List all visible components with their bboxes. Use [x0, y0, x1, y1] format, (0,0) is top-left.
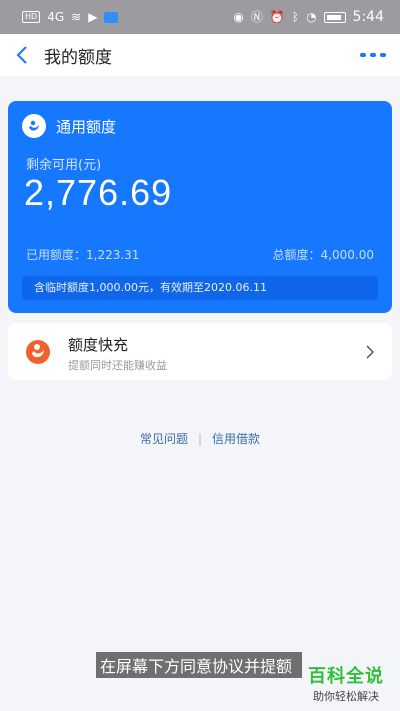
quick-recharge-icon — [26, 340, 50, 364]
bluetooth-icon: ᛒ — [291, 10, 300, 24]
more-dot-icon — [370, 53, 376, 57]
total-quota: 总额度：4,000.00 — [272, 248, 374, 262]
watermark-logo: 百科全说 助你轻松解决 — [300, 662, 392, 704]
link-separator: | — [197, 432, 203, 446]
nav-bar: 我的额度 — [0, 34, 400, 76]
watermark-subtitle: 助你轻松解决 — [313, 690, 379, 703]
video-icon: ▶ — [88, 10, 98, 24]
quick-recharge-card[interactable]: 额度快充 提额同时还能赚收益 — [8, 323, 392, 380]
signal-icon: 4G — [47, 10, 65, 24]
general-quota-card[interactable]: 通用额度 剩余可用(元) 2,776.69 已用额度：1,223.31 总额度：… — [8, 101, 392, 313]
quick-recharge-title: 额度快充 — [68, 336, 129, 354]
footer-links: 常见问题 | 信用借款 — [0, 430, 400, 447]
more-dot-icon — [360, 53, 366, 57]
back-button[interactable] — [2, 34, 42, 76]
card-title: 通用额度 — [56, 117, 117, 136]
used-quota: 已用额度：1,223.31 — [26, 248, 140, 262]
faq-link[interactable]: 常见问题 — [140, 432, 188, 446]
quick-recharge-subtitle: 提额同时还能赚收益 — [68, 359, 167, 372]
alarm-icon: ⏰ — [269, 10, 285, 24]
wifi-icon: ≋ — [71, 10, 82, 24]
remaining-label: 剩余可用(元) — [26, 158, 102, 173]
hd-badge: HD — [22, 11, 41, 23]
clock: 5:44 — [352, 9, 384, 25]
page-title: 我的额度 — [44, 47, 112, 68]
more-button[interactable] — [360, 46, 386, 64]
nfc-icon: Ⓝ — [250, 10, 263, 24]
speed-icon: ◔ — [306, 10, 317, 24]
temporary-quota-notice: 含临时额度1,000.00元，有效期至2020.06.11 — [22, 276, 378, 300]
alipay-logo-icon — [22, 114, 46, 138]
remaining-amount: 2,776.69 — [24, 172, 173, 213]
eye-icon: ◉ — [233, 10, 244, 24]
battery-icon — [323, 11, 346, 23]
video-subtitle: 在屏幕下方同意协议并提额 — [96, 652, 302, 678]
more-dot-icon — [380, 53, 386, 57]
app-notification-icon — [104, 11, 119, 23]
watermark-title: 百科全说 — [308, 666, 384, 687]
chevron-right-icon — [366, 345, 374, 359]
chevron-left-icon — [16, 46, 27, 64]
credit-loan-link[interactable]: 信用借款 — [212, 432, 260, 446]
status-bar: HD 4G ≋ ▶ ◉ Ⓝ ⏰ ᛒ ◔ 5:44 — [0, 0, 400, 34]
